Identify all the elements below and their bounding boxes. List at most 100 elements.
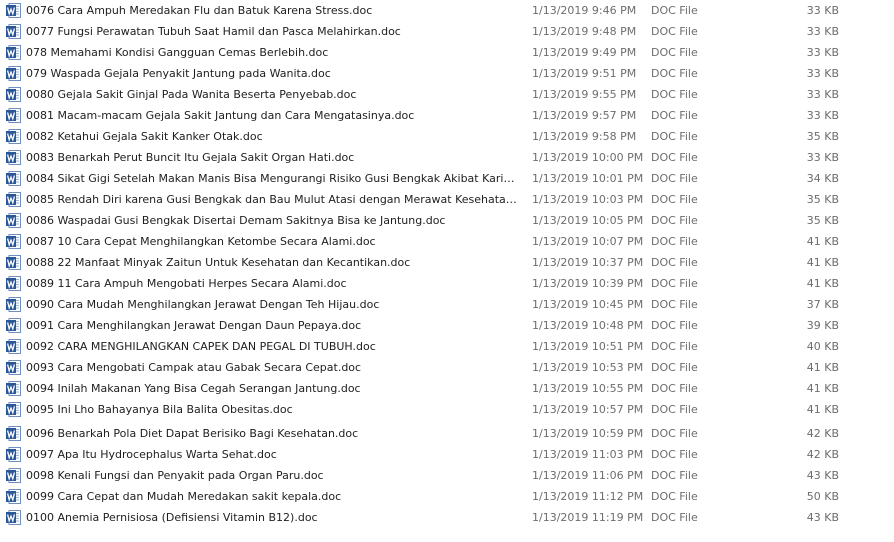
file-row[interactable]: 0081 Macam-macam Gejala Sakit Jantung da… [0, 105, 894, 126]
file-date-modified: 1/13/2019 10:39 PM [532, 277, 644, 290]
file-row[interactable]: 0092 CARA MENGHILANGKAN CAPEK DAN PEGAL … [0, 336, 894, 357]
file-row[interactable]: 0099 Cara Cepat dan Mudah Meredakan saki… [0, 486, 894, 507]
file-type: DOC File [651, 193, 698, 206]
file-row[interactable]: 0095 Ini Lho Bahayanya Bila Balita Obesi… [0, 399, 894, 420]
file-row[interactable]: 0088 22 Manfaat Minyak Zaitun Untuk Kese… [0, 252, 894, 273]
file-name: 0091 Cara Menghilangkan Jerawat Dengan D… [26, 319, 362, 332]
file-size: 35 KB [806, 214, 839, 227]
word-document-icon [6, 360, 21, 375]
file-list: 0076 Cara Ampuh Meredakan Flu dan Batuk … [0, 0, 894, 542]
file-date-modified: 1/13/2019 11:06 PM [532, 469, 644, 482]
file-size: 35 KB [806, 193, 839, 206]
file-size: 42 KB [806, 448, 839, 461]
file-name: 078 Memahami Kondisi Gangguan Cemas Berl… [26, 46, 329, 59]
word-document-icon [6, 468, 21, 483]
file-size: 41 KB [806, 403, 839, 416]
file-size: 33 KB [806, 25, 839, 38]
file-type: DOC File [651, 340, 698, 353]
file-name: 0098 Kenali Fungsi dan Penyakit pada Org… [26, 469, 324, 482]
file-row[interactable]: 0087 10 Cara Cepat Menghilangkan Ketombe… [0, 231, 894, 252]
file-name: 0083 Benarkah Perut Buncit Itu Gejala Sa… [26, 151, 355, 164]
word-document-icon [6, 234, 21, 249]
file-size: 41 KB [806, 277, 839, 290]
file-size: 33 KB [806, 4, 839, 17]
file-type: DOC File [651, 88, 698, 101]
word-document-icon [6, 402, 21, 417]
file-row[interactable]: 0094 Inilah Makanan Yang Bisa Cegah Sera… [0, 378, 894, 399]
file-row[interactable]: 078 Memahami Kondisi Gangguan Cemas Berl… [0, 42, 894, 63]
file-size: 50 KB [806, 490, 839, 503]
file-name: 0081 Macam-macam Gejala Sakit Jantung da… [26, 109, 415, 122]
file-type: DOC File [651, 214, 698, 227]
file-size: 33 KB [806, 46, 839, 59]
file-date-modified: 1/13/2019 10:48 PM [532, 319, 644, 332]
file-size: 33 KB [806, 109, 839, 122]
word-document-icon [6, 510, 21, 525]
file-row[interactable]: 0086 Waspadai Gusi Bengkak Disertai Dema… [0, 210, 894, 231]
file-name: 0088 22 Manfaat Minyak Zaitun Untuk Kese… [26, 256, 411, 269]
file-type: DOC File [651, 382, 698, 395]
word-document-icon [6, 24, 21, 39]
word-document-icon [6, 3, 21, 18]
file-size: 40 KB [806, 340, 839, 353]
word-document-icon [6, 45, 21, 60]
file-date-modified: 1/13/2019 10:53 PM [532, 361, 644, 374]
file-size: 41 KB [806, 256, 839, 269]
file-type: DOC File [651, 298, 698, 311]
file-type: DOC File [651, 25, 698, 38]
file-type: DOC File [651, 490, 698, 503]
word-document-icon [6, 381, 21, 396]
file-name: 0085 Rendah Diri karena Gusi Bengkak dan… [26, 193, 518, 206]
file-date-modified: 1/13/2019 9:51 PM [532, 67, 637, 80]
file-row[interactable]: 0083 Benarkah Perut Buncit Itu Gejala Sa… [0, 147, 894, 168]
file-date-modified: 1/13/2019 10:59 PM [532, 427, 644, 440]
word-document-icon [6, 150, 21, 165]
file-size: 43 KB [806, 511, 839, 524]
file-name: 0096 Benarkah Pola Diet Dapat Berisiko B… [26, 427, 359, 440]
file-size: 33 KB [806, 67, 839, 80]
file-row[interactable]: 0084 Sikat Gigi Setelah Makan Manis Bisa… [0, 168, 894, 189]
word-document-icon [6, 276, 21, 291]
file-row[interactable]: 0077 Fungsi Perawatan Tubuh Saat Hamil d… [0, 21, 894, 42]
word-document-icon [6, 255, 21, 270]
file-row[interactable]: 0091 Cara Menghilangkan Jerawat Dengan D… [0, 315, 894, 336]
file-date-modified: 1/13/2019 10:55 PM [532, 382, 644, 395]
file-row[interactable]: 0085 Rendah Diri karena Gusi Bengkak dan… [0, 189, 894, 210]
file-type: DOC File [651, 403, 698, 416]
file-row[interactable]: 0100 Anemia Pernisiosa (Defisiensi Vitam… [0, 507, 894, 528]
file-size: 41 KB [806, 382, 839, 395]
file-size: 37 KB [806, 298, 839, 311]
file-type: DOC File [651, 427, 698, 440]
word-document-icon [6, 213, 21, 228]
file-date-modified: 1/13/2019 9:46 PM [532, 4, 637, 17]
word-document-icon [6, 129, 21, 144]
file-row[interactable]: 0089 11 Cara Ampuh Mengobati Herpes Seca… [0, 273, 894, 294]
file-name: 0076 Cara Ampuh Meredakan Flu dan Batuk … [26, 4, 373, 17]
file-date-modified: 1/13/2019 10:07 PM [532, 235, 644, 248]
file-row[interactable]: 0076 Cara Ampuh Meredakan Flu dan Batuk … [0, 0, 894, 21]
file-row[interactable]: 0082 Ketahui Gejala Sakit Kanker Otak.do… [0, 126, 894, 147]
file-size: 41 KB [806, 361, 839, 374]
word-document-icon [6, 426, 21, 441]
file-size: 35 KB [806, 130, 839, 143]
file-type: DOC File [651, 256, 698, 269]
file-date-modified: 1/13/2019 10:03 PM [532, 193, 644, 206]
file-row[interactable]: 0090 Cara Mudah Menghilangkan Jerawat De… [0, 294, 894, 315]
file-size: 34 KB [806, 172, 839, 185]
file-row[interactable]: 0080 Gejala Sakit Ginjal Pada Wanita Bes… [0, 84, 894, 105]
file-row[interactable]: 0098 Kenali Fungsi dan Penyakit pada Org… [0, 465, 894, 486]
file-date-modified: 1/13/2019 10:45 PM [532, 298, 644, 311]
file-type: DOC File [651, 172, 698, 185]
file-row[interactable]: 0096 Benarkah Pola Diet Dapat Berisiko B… [0, 423, 894, 444]
word-document-icon [6, 108, 21, 123]
file-date-modified: 1/13/2019 10:37 PM [532, 256, 644, 269]
file-name: 0086 Waspadai Gusi Bengkak Disertai Dema… [26, 214, 446, 227]
word-document-icon [6, 489, 21, 504]
file-row[interactable]: 079 Waspada Gejala Penyakit Jantung pada… [0, 63, 894, 84]
file-row[interactable]: 0097 Apa Itu Hydrocephalus Warta Sehat.d… [0, 444, 894, 465]
file-name: 0097 Apa Itu Hydrocephalus Warta Sehat.d… [26, 448, 277, 461]
word-document-icon [6, 318, 21, 333]
file-size: 41 KB [806, 235, 839, 248]
file-row[interactable]: 0093 Cara Mengobati Campak atau Gabak Se… [0, 357, 894, 378]
file-name: 0092 CARA MENGHILANGKAN CAPEK DAN PEGAL … [26, 340, 376, 353]
